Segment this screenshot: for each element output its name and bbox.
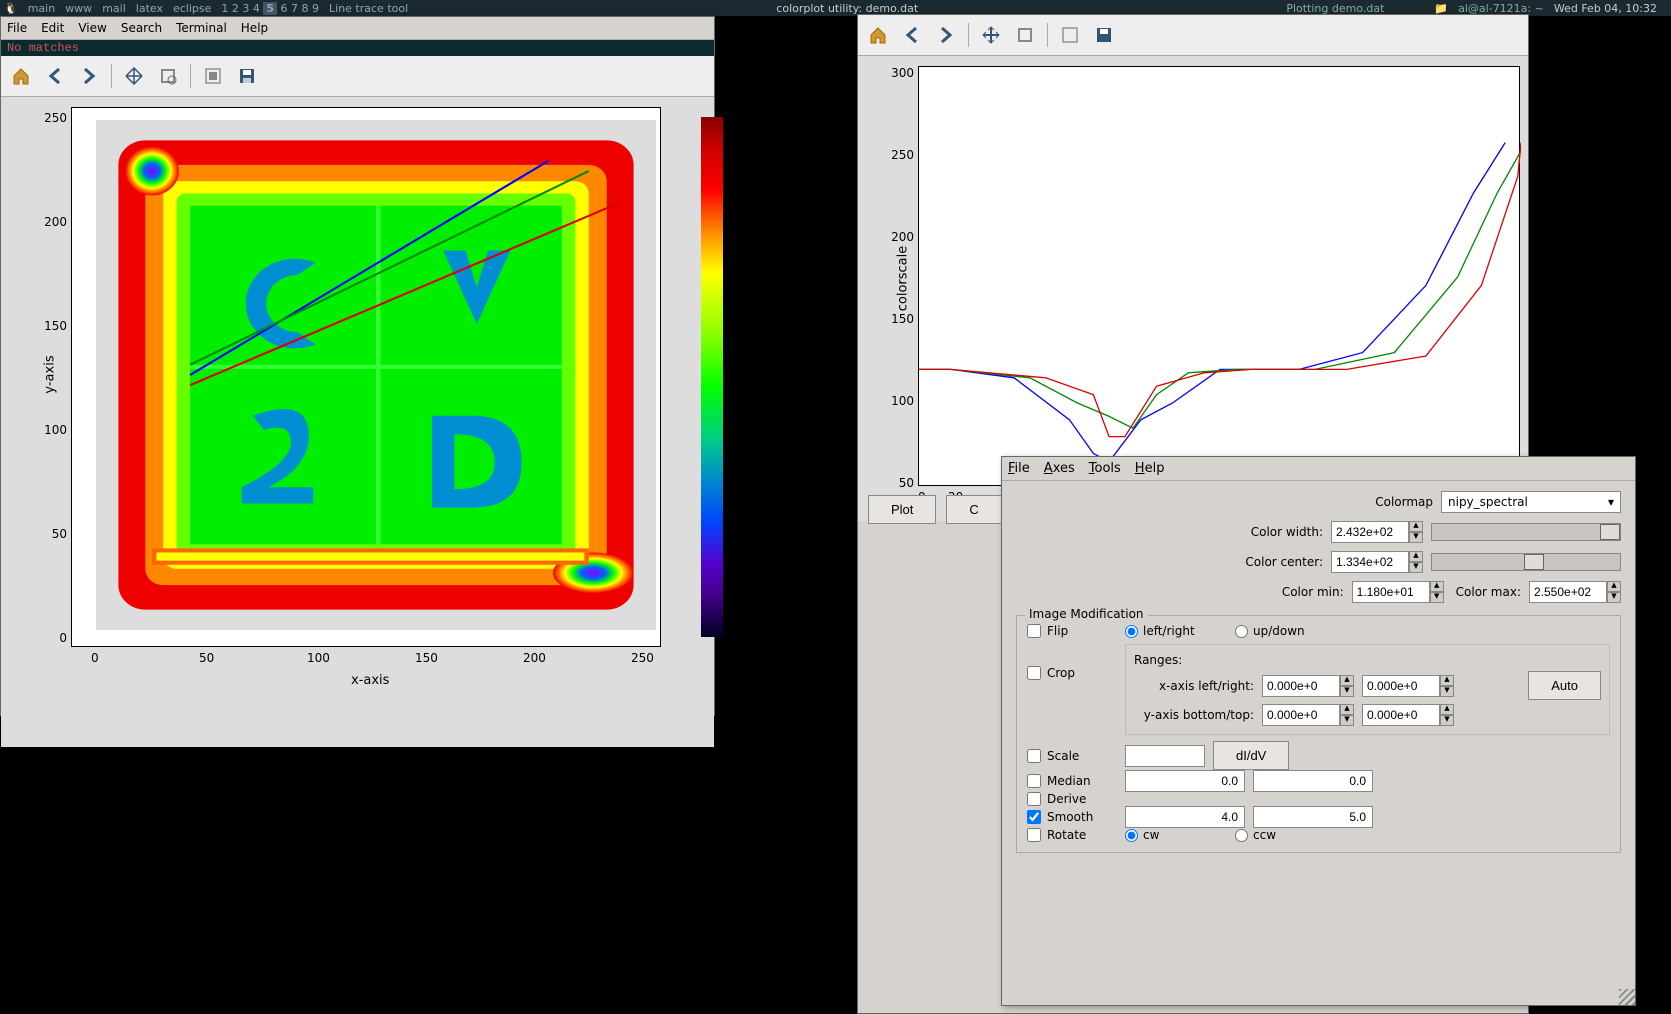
plot-button[interactable]: Plot [868,495,936,524]
tool-menubar: File Axes Tools Help [1002,457,1635,481]
flip-checkbox[interactable] [1027,624,1041,638]
derive-checkbox[interactable] [1027,792,1041,806]
forward-icon[interactable] [930,19,962,51]
rotate-cw-radio[interactable] [1125,829,1138,842]
taskbar-program: Line trace tool [329,2,408,15]
trace-trace-red [919,143,1521,437]
save-icon[interactable] [1088,19,1120,51]
median-input-1[interactable] [1125,770,1245,792]
mpl-toolbar-2 [858,15,1528,56]
rotate-ccw-radio[interactable] [1235,829,1248,842]
colorbar [701,117,723,637]
terminal-output: No matches [1,40,714,56]
line-axes [918,66,1520,486]
color-center-label: Color center: [1245,555,1323,569]
configure-icon[interactable] [197,60,229,92]
menu-search[interactable]: Search [121,21,162,35]
save-icon[interactable] [231,60,263,92]
menu-help-2[interactable]: Help [1135,461,1165,476]
heatmap-image [96,120,656,630]
image-mod-fieldset: Image Modification Flip left/right up/do… [1016,615,1621,853]
options-panel: File Axes Tools Help Colormap nipy_spect… [1001,456,1636,1006]
color-width-label: Color width: [1251,525,1323,539]
resize-grip[interactable] [1619,989,1635,1005]
color-width-input[interactable] [1331,521,1409,543]
taskbar-user: al@al-7121a: ~ [1458,2,1544,15]
workspace-list[interactable]: 1 2 3 4 5 6 7 8 9 [221,2,319,15]
colormap-select[interactable]: nipy_spectral▾ [1441,491,1621,513]
flip-lr-radio[interactable] [1125,625,1138,638]
chevron-down-icon: ▾ [1608,495,1614,509]
x-left-input[interactable] [1262,675,1340,697]
main-menubar: File Edit View Search Terminal Help [1,17,714,40]
y-top-input[interactable] [1362,704,1440,726]
back-icon[interactable] [39,60,71,92]
taskbar-title: colorplot utility: demo.dat [418,2,1276,15]
x-axis-label: x-axis [351,673,389,688]
x-right-input[interactable] [1362,675,1440,697]
pan-icon[interactable] [975,19,1007,51]
rotate-checkbox[interactable] [1027,828,1041,842]
color-width-slider[interactable] [1431,523,1621,541]
home-icon[interactable] [862,19,894,51]
colormap-label: Colormap [1375,495,1433,509]
menu-terminal[interactable]: Terminal [176,21,227,35]
auto-button[interactable]: Auto [1528,671,1601,700]
heatmap-plot[interactable]: 0 50 100 150 200 250 0 50 100 150 200 25… [1,97,714,747]
zoom-icon[interactable] [152,60,184,92]
forward-icon[interactable] [73,60,105,92]
menu-file[interactable]: File [7,21,27,35]
colorbar-label: colorscale [774,352,789,418]
smooth-input-2[interactable] [1253,806,1373,828]
back-icon[interactable] [896,19,928,51]
color-max-label: Color max: [1456,585,1521,599]
color-center-input[interactable] [1331,551,1409,573]
taskbar-subtitle: Plotting demo.dat [1286,2,1384,15]
scale-input[interactable] [1125,745,1205,767]
color-min-label: Color min: [1282,585,1344,599]
pan-icon[interactable] [118,60,150,92]
trace-trace-green [919,151,1521,428]
didv-button[interactable]: dI/dV [1213,741,1289,770]
taskbar-clock: Wed Feb 04, 10:32 [1554,2,1657,15]
ranges-label: Ranges: [1134,653,1601,667]
color-center-slider[interactable] [1431,553,1621,571]
line-y-label: colorscale [895,246,910,312]
trace-trace-blue [919,143,1505,462]
y-axis-label: y-axis [43,355,58,393]
home-icon[interactable] [5,60,37,92]
clear-button[interactable]: C [946,495,1001,524]
mpl-toolbar-1 [1,56,714,97]
smooth-checkbox[interactable] [1027,810,1041,824]
y-bottom-input[interactable] [1262,704,1340,726]
menu-view[interactable]: View [78,21,106,35]
color-min-input[interactable] [1352,581,1430,603]
menu-help[interactable]: Help [241,21,268,35]
heatmap-axes [71,107,661,647]
smooth-input-1[interactable] [1125,806,1245,828]
taskbar-icon: 🐧 [4,2,18,15]
zoom-icon[interactable] [1009,19,1041,51]
menu-tools[interactable]: Tools [1089,461,1121,476]
median-input-2[interactable] [1253,770,1373,792]
menu-edit[interactable]: Edit [41,21,64,35]
crop-checkbox[interactable] [1027,666,1041,680]
configure-icon[interactable] [1054,19,1086,51]
menu-file-2[interactable]: File [1008,461,1030,476]
line-plot[interactable]: 50 100 150 200 250 300 0 20 80 colorscal… [858,56,1528,521]
scale-checkbox[interactable] [1027,749,1041,763]
median-checkbox[interactable] [1027,774,1041,788]
line-svg [919,67,1521,487]
flip-ud-radio[interactable] [1235,625,1248,638]
color-max-input[interactable] [1529,581,1607,603]
colorplot-window: File Edit View Search Terminal Help No m… [0,16,715,716]
menu-axes[interactable]: Axes [1044,461,1075,476]
